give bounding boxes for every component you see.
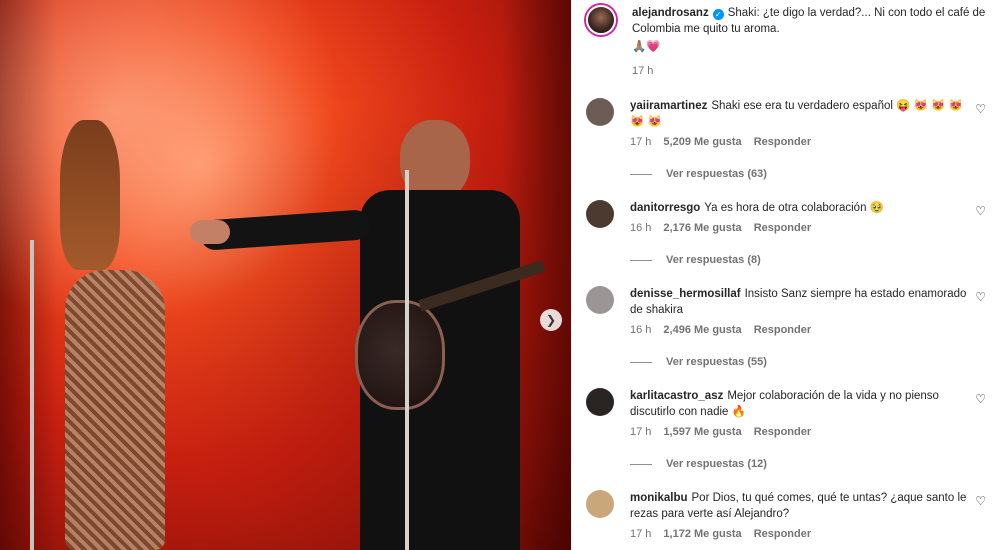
caption-time: 17 h [632,65,654,77]
avatar[interactable] [586,5,616,35]
heart-icon[interactable]: ♡ [975,392,986,406]
comment-meta: 17 h 1,597 Me gusta Responder [630,426,970,438]
post-media[interactable]: ❯ [0,0,571,550]
reply-button[interactable]: Responder [754,324,811,336]
comment-username[interactable]: monikalbu [630,492,688,504]
comment-username[interactable]: danitorresgo [630,202,700,214]
comment-meta: 16 h 2,496 Me gusta Responder [630,324,970,336]
comment-time: 16 h [630,222,652,234]
view-replies-label: Ver respuestas (8) [666,254,761,266]
comment: yaiiramartinez Shaki ese era tu verdadero… [586,98,986,180]
replies-divider [630,173,652,175]
comment-meta: 16 h 2,176 Me gusta Responder [630,222,970,234]
comment-time: 17 h [630,426,652,438]
comment-username[interactable]: karlitacastro_asz [630,390,723,402]
comment-time: 17 h [630,528,652,540]
comments-panel[interactable]: alejandrosanz ✓ Shaki: ¿te digo la verdad?… [571,0,1000,550]
caption-emojis: 🙏🏽💗 [632,41,661,53]
comment: karlitacastro_asz Mejor colaboración de l… [586,388,986,470]
avatar[interactable] [586,200,614,228]
comment-meta: 17 h 5,209 Me gusta Responder [630,136,970,148]
view-replies-button[interactable]: Ver respuestas (55) [630,356,986,368]
comment: monikalbu Por Dios, tu qué comes, qué te … [586,490,986,540]
heart-icon[interactable]: ♡ [975,494,986,508]
verified-badge-icon: ✓ [712,9,724,20]
view-replies-label: Ver respuestas (55) [666,356,767,368]
avatar[interactable] [586,286,614,314]
guitar [355,300,445,410]
mic-stand-right [405,170,409,550]
comment: danitorresgo Ya es hora de otra colaborac… [586,200,986,266]
avatar[interactable] [586,490,614,518]
comment-username[interactable]: yaiiramartinez [630,100,707,112]
comment-meta: 17 h 1,172 Me gusta Responder [630,528,970,540]
next-media-button[interactable]: ❯ [540,309,562,331]
comment-likes[interactable]: 1,597 Me gusta [663,426,741,438]
heart-icon[interactable]: ♡ [975,102,986,116]
caption: alejandrosanz ✓ Shaki: ¿te digo la verdad?… [586,0,986,77]
reply-button[interactable]: Responder [754,528,811,540]
caption-username[interactable]: alejandrosanz [632,7,709,19]
comment-likes[interactable]: 2,496 Me gusta [663,324,741,336]
comment-username[interactable]: denisse_hermosillaf [630,288,741,300]
comment-likes[interactable]: 1,172 Me gusta [663,528,741,540]
comment-time: 17 h [630,136,652,148]
caption-meta: 17 h [632,65,986,77]
view-replies-button[interactable]: Ver respuestas (12) [630,458,986,470]
performer-woman [55,120,175,550]
reply-button[interactable]: Responder [754,426,811,438]
comment-likes[interactable]: 5,209 Me gusta [663,136,741,148]
comment-text: Ya es hora de otra colaboración 🥹 [704,202,884,214]
avatar[interactable] [586,98,614,126]
heart-icon[interactable]: ♡ [975,290,986,304]
view-replies-label: Ver respuestas (12) [666,458,767,470]
heart-icon[interactable]: ♡ [975,204,986,218]
view-replies-label: Ver respuestas (63) [666,168,767,180]
replies-divider [630,259,652,261]
replies-divider [630,361,652,363]
replies-divider [630,463,652,465]
view-replies-button[interactable]: Ver respuestas (8) [630,254,986,266]
reply-button[interactable]: Responder [754,136,811,148]
avatar[interactable] [586,388,614,416]
comment-time: 16 h [630,324,652,336]
reply-button[interactable]: Responder [754,222,811,234]
view-replies-button[interactable]: Ver respuestas (63) [630,168,986,180]
comment-likes[interactable]: 2,176 Me gusta [663,222,741,234]
comment: denisse_hermosillaf Insisto Sanz siempre … [586,286,986,368]
chevron-right-icon: ❯ [545,313,557,327]
mic-stand-left [30,240,34,550]
